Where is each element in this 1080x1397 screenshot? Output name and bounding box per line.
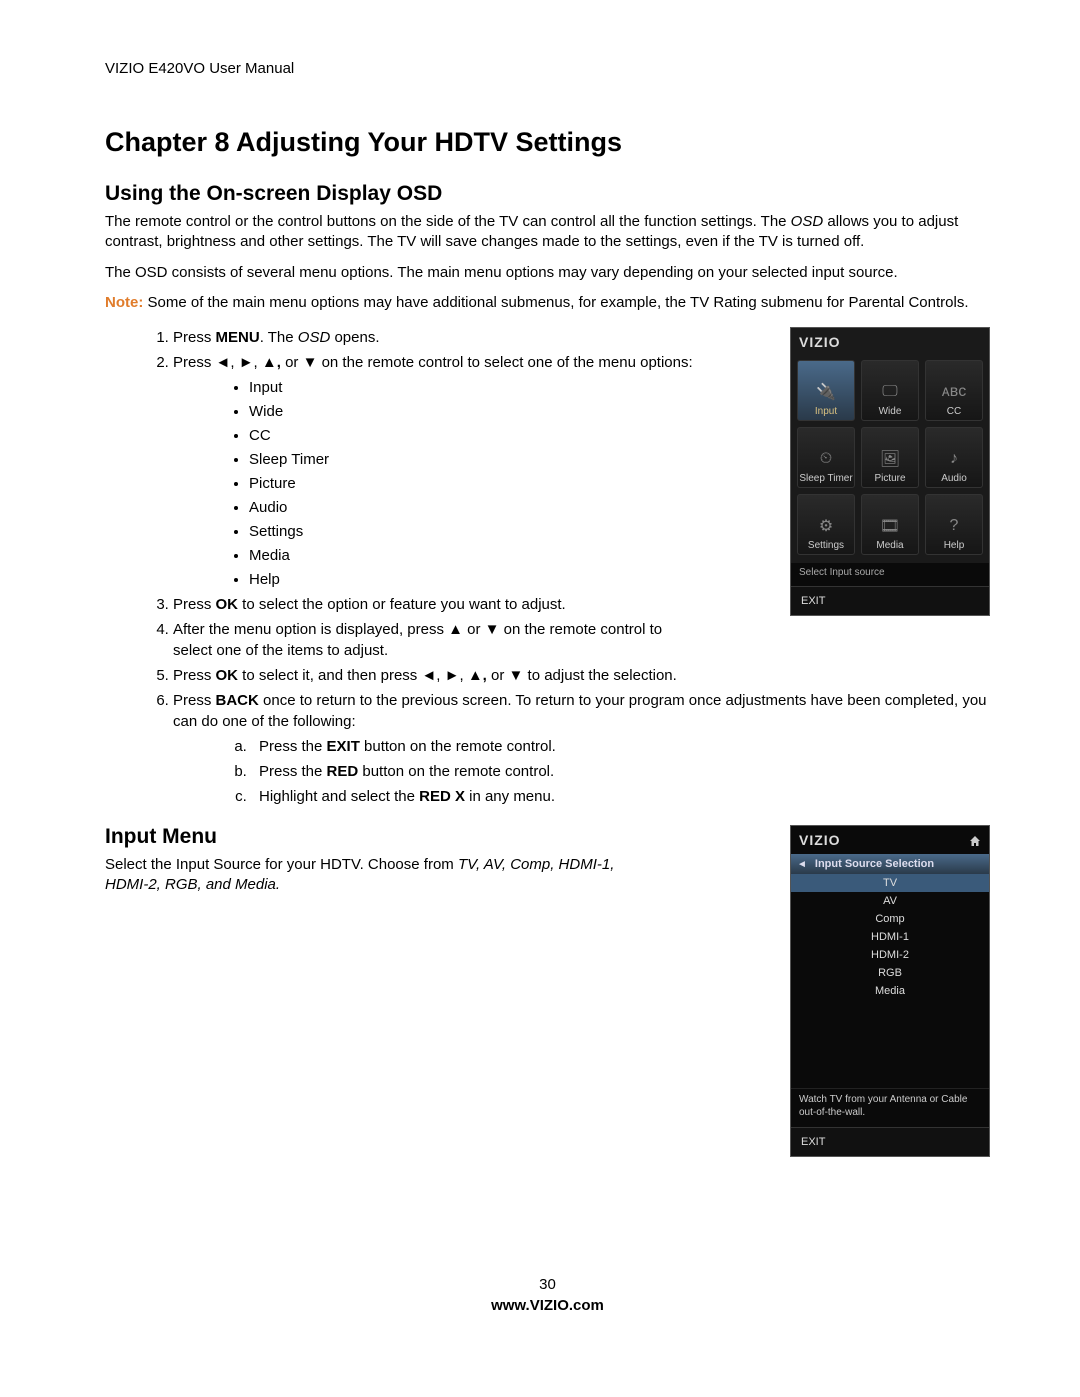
osd2-title-row[interactable]: ◄ Input Source Selection [791,854,989,874]
menu-option-item: Wide [249,401,693,422]
step-1: Press MENU. The OSD opens. [173,327,693,348]
osd2-brand: VIZIO [791,826,989,854]
chapter-title: Chapter 8 Adjusting Your HDTV Settings [105,127,990,158]
plug-icon: 🔌 [813,381,839,403]
sub-step-a: Press the EXIT button on the remote cont… [251,736,1013,757]
osd-tile-settings[interactable]: ⚙ Settings [797,494,855,555]
input-menu-paragraph: Select the Input Source for your HDTV. C… [105,855,625,896]
tile-label: Media [876,540,903,551]
picture-icon: 🖼 [877,448,903,470]
menu-option-item: Sleep Timer [249,449,693,470]
menu-option-item: Settings [249,521,693,542]
osd-brand: VIZIO [791,328,989,356]
tile-label: Wide [879,406,902,417]
audio-icon: ♪ [941,448,967,470]
input-item-tv[interactable]: TV [791,874,989,892]
footer-url: www.VIZIO.com [105,1297,990,1314]
tile-label: Settings [808,540,844,551]
menu-option-item: Audio [249,497,693,518]
osd-tile-input[interactable]: 🔌 Input [797,360,855,421]
paragraph-note: Note: Some of the main menu options may … [105,293,990,313]
page-number: 30 [105,1276,990,1293]
tile-label: Help [944,540,965,551]
cc-icon: ᴀʙᴄ [941,381,967,403]
tile-label: Audio [941,473,967,484]
osd2-input-list: TVAVCompHDMI-1HDMI-2RGBMedia [791,874,989,1000]
osd-tile-help[interactable]: ? Help [925,494,983,555]
section-title-osd: Using the On-screen Display OSD [105,182,990,206]
osd-tile-audio[interactable]: ♪ Audio [925,427,983,488]
osd-tile-sleep-timer[interactable]: ⏲ Sleep Timer [797,427,855,488]
osd-tile-wide[interactable]: 🖵 Wide [861,360,919,421]
paragraph-intro-2: The OSD consists of several menu options… [105,263,990,283]
monitor-icon: 🖵 [877,381,903,403]
menu-options-list: Input Wide CC Sleep Timer Picture Audio Settin… [173,377,693,590]
step-4: After the menu option is displayed, pres… [173,619,693,661]
help-icon: ? [941,515,967,537]
osd-status-text: Select Input source [791,563,989,586]
osd-tile-media[interactable]: 🎞 Media [861,494,919,555]
media-icon: 🎞 [877,515,903,537]
osd-tile-cc[interactable]: ᴀʙᴄ CC [925,360,983,421]
step-2: Press ◄, ►, ▲, or ▼ on the remote contro… [173,352,693,590]
osd-main-menu-figure: VIZIO 🔌 Input 🖵 Wide ᴀʙᴄ CC ⏲ Sleep Timer 🖼 Pictu… [790,327,990,616]
tile-label: Input [815,406,837,417]
menu-option-item: Media [249,545,693,566]
step-6: Press BACK once to return to the previou… [173,690,1013,807]
menu-option-item: Help [249,569,693,590]
input-item-rgb[interactable]: RGB [791,964,989,982]
sub-steps: Press the EXIT button on the remote cont… [173,736,1013,807]
doc-header: VIZIO E420VO User Manual [105,60,990,77]
back-triangle-icon: ◄ [797,859,807,870]
input-item-comp[interactable]: Comp [791,910,989,928]
osd-menu-grid: 🔌 Input 🖵 Wide ᴀʙᴄ CC ⏲ Sleep Timer 🖼 Picture ♪ Aud… [791,356,989,563]
paragraph-intro-1: The remote control or the control button… [105,212,990,253]
menu-option-item: Input [249,377,693,398]
gear-icon: ⚙ [813,515,839,537]
menu-option-item: CC [249,425,693,446]
menu-option-item: Picture [249,473,693,494]
sub-step-c: Highlight and select the RED X in any me… [251,786,1013,807]
input-item-media[interactable]: Media [791,982,989,1000]
osd2-hint: Watch TV from your Antenna or Cable out-… [791,1088,989,1127]
home-icon[interactable] [969,834,981,846]
step-5: Press OK to select it, and then press ◄,… [173,665,1013,686]
input-item-av[interactable]: AV [791,892,989,910]
osd-exit-button[interactable]: EXIT [791,586,989,615]
sub-step-b: Press the RED button on the remote contr… [251,761,1013,782]
input-item-hdmi-1[interactable]: HDMI-1 [791,928,989,946]
page-footer: 30 www.VIZIO.com [105,1276,990,1314]
osd2-exit-button[interactable]: EXIT [791,1127,989,1156]
note-label: Note: [105,294,143,311]
tile-label: Sleep Timer [799,473,852,484]
step-3: Press OK to select the option or feature… [173,594,693,615]
tile-label: Picture [874,473,905,484]
clock-icon: ⏲ [813,448,839,470]
tile-label: CC [947,406,961,417]
input-item-hdmi-2[interactable]: HDMI-2 [791,946,989,964]
osd-tile-picture[interactable]: 🖼 Picture [861,427,919,488]
osd-input-menu-figure: VIZIO ◄ Input Source Selection TVAVCompH… [790,825,990,1157]
